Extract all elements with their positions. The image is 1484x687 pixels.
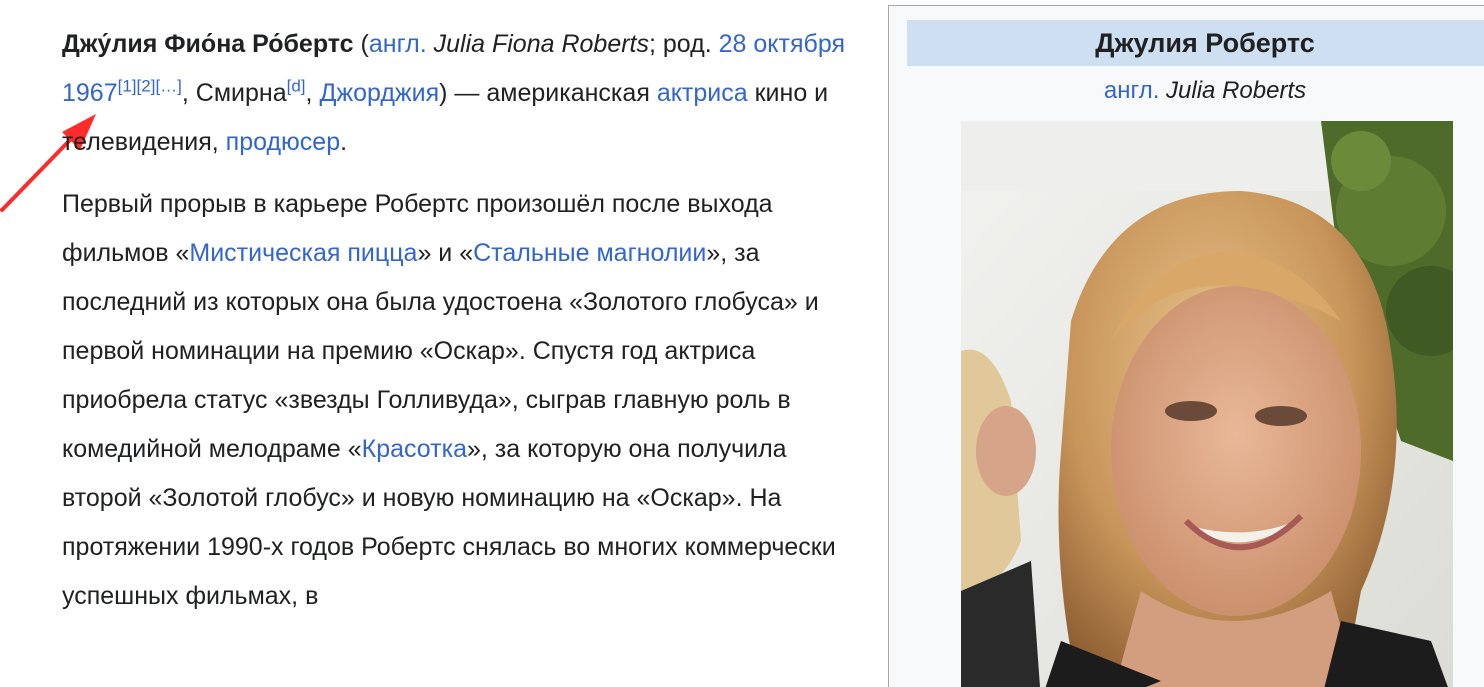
text-fragment: , [305,79,320,107]
occupation-actress-link[interactable]: актриса [657,79,748,107]
reference-link[interactable]: […] [155,77,181,96]
city-wikidata-ref[interactable]: [d] [287,77,306,96]
infobox-lang-link[interactable]: англ. [1104,77,1160,104]
film-link-mystic-pizza[interactable]: Мистическая пицца [189,239,417,267]
reference-link[interactable]: [1] [118,77,137,96]
birth-city: Смирна [195,79,287,107]
lang-link[interactable]: англ. [369,30,427,58]
state-link[interactable]: Джорджия [319,79,439,107]
occupation-producer-link[interactable]: продюсер [226,128,340,156]
film-link-steel-magnolias[interactable]: Стальные магнолии [473,239,706,267]
name-english: Julia Fiona Roberts [426,30,649,58]
reference-link[interactable]: [2] [137,77,156,96]
reference-2[interactable]: [2] [137,77,156,96]
text-fragment: ( [353,30,369,58]
infobox: Джулия Робертс англ. Julia Roberts [888,5,1484,687]
infobox-name-english: Julia Roberts [1159,77,1307,104]
portrait-photo-icon[interactable] [961,121,1453,687]
portrait-photo-image[interactable] [961,121,1453,687]
reference-link[interactable]: [d] [287,77,306,96]
text-fragment: ) — [439,79,480,107]
text-fragment: американская [486,79,657,107]
text-fragment: ; род. [649,30,719,58]
text-fragment: . [340,128,348,156]
text-fragment: », за последний из которых она была удос… [62,239,819,463]
reference-more[interactable]: […] [155,77,181,96]
subject-name: Джу́лия Фио́на Ро́бертс [62,30,354,58]
infobox-subtitle: англ. Julia Roberts [907,72,1484,110]
article-body: Джу́лия Фио́на Ро́бертс (англ. Julia Fio… [62,20,870,634]
reference-1[interactable]: [1] [118,77,137,96]
lead-paragraph: Джу́лия Фио́на Ро́бертс (англ. Julia Fio… [62,20,870,167]
text-fragment: , [181,79,196,107]
text-fragment: » и « [417,239,474,267]
career-paragraph: Первый прорыв в карьере Робертс произошё… [62,180,870,621]
film-link-pretty-woman[interactable]: Красотка [362,435,467,463]
infobox-title: Джулия Робертс [907,20,1484,66]
